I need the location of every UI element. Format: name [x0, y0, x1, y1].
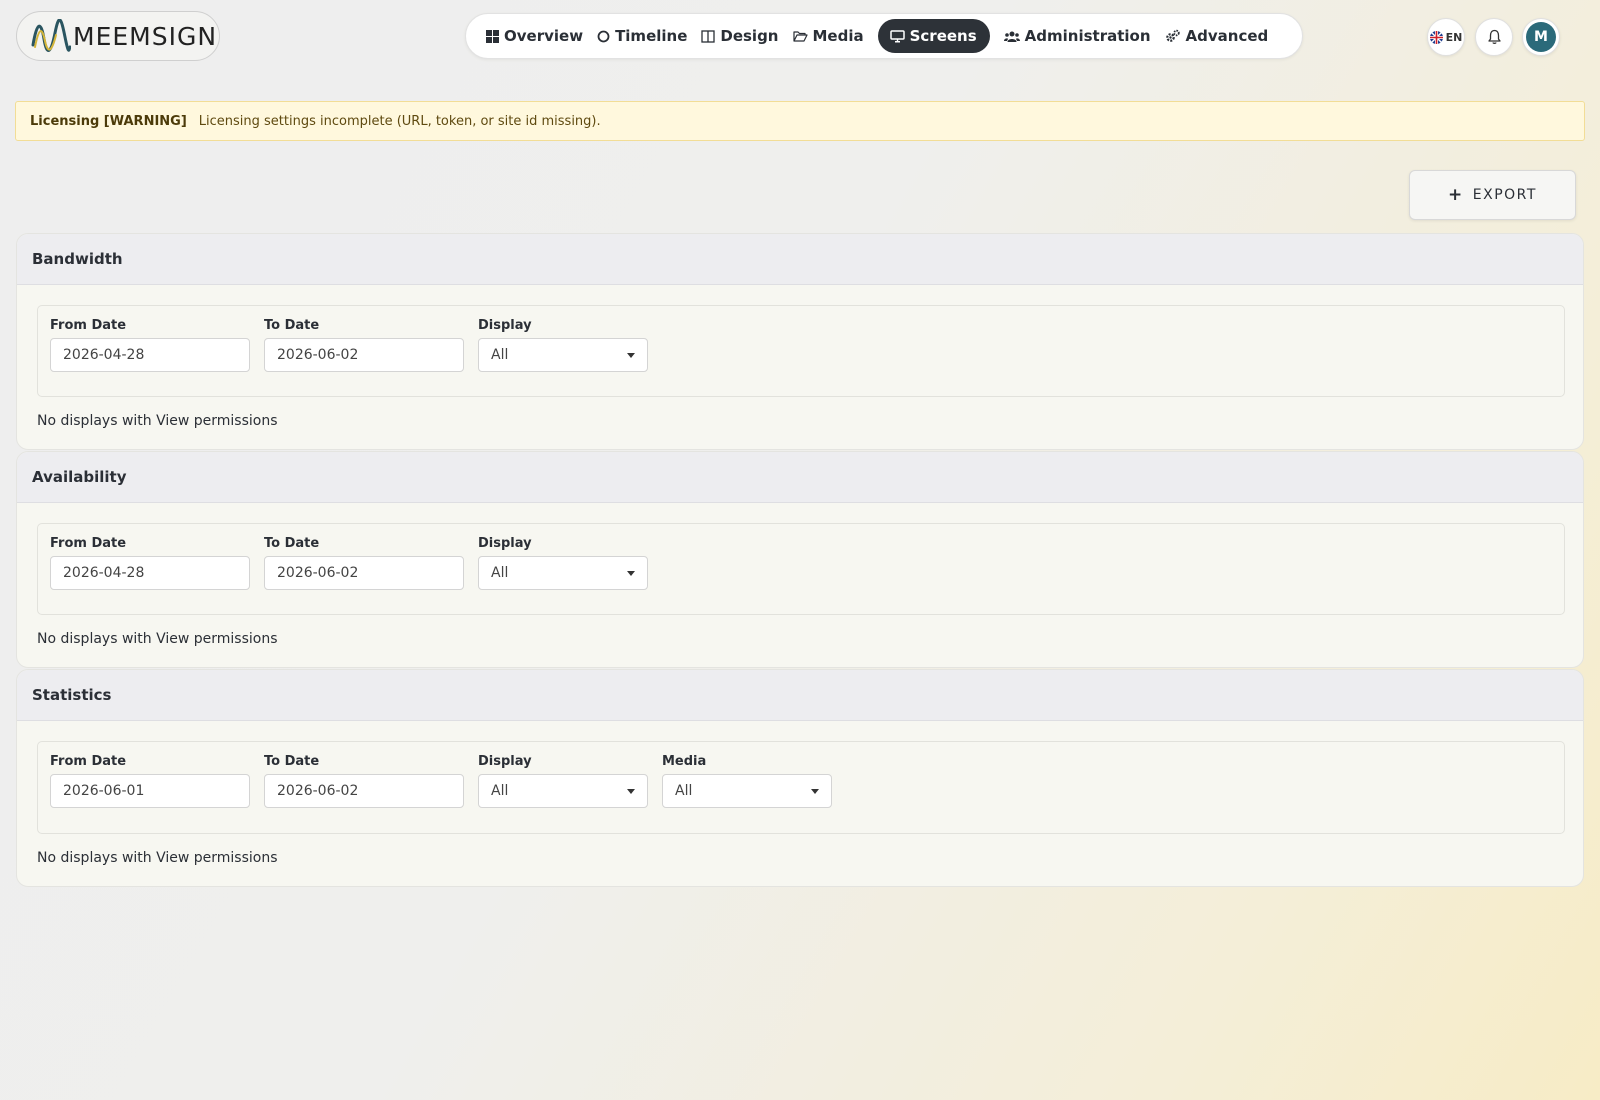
display-field: Display All: [478, 536, 648, 590]
export-button[interactable]: + EXPORT: [1409, 170, 1576, 220]
notifications-button[interactable]: [1475, 18, 1513, 56]
display-field: Display All: [478, 318, 648, 372]
users-icon: [1003, 31, 1020, 42]
caret-down-icon: [627, 352, 635, 358]
from-date-input[interactable]: 2026-04-28: [50, 338, 250, 372]
empty-message: No displays with View permissions: [37, 631, 278, 647]
caret-down-icon: [627, 570, 635, 576]
nav-screens-label: Screens: [909, 27, 977, 45]
to-date-input[interactable]: 2026-06-02: [264, 774, 464, 808]
plus-icon: +: [1448, 185, 1464, 205]
from-date-label: From Date: [50, 754, 127, 769]
nav-overview-label: Overview: [504, 27, 584, 45]
uk-flag-icon: [1429, 30, 1443, 44]
nav-media[interactable]: Media: [792, 19, 878, 53]
media-select[interactable]: All: [662, 774, 832, 808]
media-label: Media: [662, 754, 707, 769]
display-label: Display: [478, 754, 532, 769]
display-label: Display: [478, 318, 532, 333]
display-select[interactable]: All: [478, 774, 648, 808]
display-select-value: All: [491, 783, 509, 799]
display-field: Display All: [478, 754, 648, 808]
display-select-value: All: [491, 565, 509, 581]
to-date-input[interactable]: 2026-06-02: [264, 556, 464, 590]
avatar: M: [1526, 22, 1556, 52]
nav-administration[interactable]: Administration: [1003, 19, 1165, 53]
wave-logo-icon: [31, 19, 71, 52]
availability-title: Availability: [17, 452, 1583, 503]
availability-filters: From Date 2026-04-28 To Date 2026-06-02 …: [37, 523, 1565, 615]
display-select[interactable]: All: [478, 338, 648, 372]
nav-media-label: Media: [812, 27, 864, 45]
empty-message: No displays with View permissions: [37, 413, 278, 429]
nav-advanced[interactable]: Advanced: [1165, 19, 1283, 53]
folder-icon: [792, 30, 808, 42]
logo-text: MEEMSIGN: [73, 21, 218, 51]
main-nav: Overview Timeline Design Media Screens A…: [465, 13, 1303, 59]
columns-icon: [701, 29, 716, 43]
grid-icon: [486, 29, 499, 43]
nav-administration-label: Administration: [1024, 27, 1151, 45]
from-date-input[interactable]: 2026-06-01: [50, 774, 250, 808]
nav-advanced-label: Advanced: [1185, 27, 1269, 45]
empty-message: No displays with View permissions: [37, 850, 278, 866]
app-logo[interactable]: MEEMSIGN: [16, 11, 220, 61]
media-select-value: All: [675, 783, 693, 799]
bell-icon: [1487, 29, 1501, 44]
to-date-label: To Date: [264, 536, 320, 551]
nav-timeline[interactable]: Timeline: [597, 19, 701, 53]
display-select[interactable]: All: [478, 556, 648, 590]
caret-down-icon: [627, 788, 635, 794]
alert-title: Licensing [WARNING]: [30, 113, 187, 129]
caret-down-icon: [811, 788, 819, 794]
nav-screens[interactable]: Screens: [877, 19, 990, 53]
display-label: Display: [478, 536, 532, 551]
nav-design-label: Design: [720, 27, 779, 45]
nav-design[interactable]: Design: [701, 19, 792, 53]
from-date-field: From Date 2026-04-28: [50, 536, 250, 590]
from-date-label: From Date: [50, 318, 127, 333]
from-date-input[interactable]: 2026-04-28: [50, 556, 250, 590]
to-date-field: To Date 2026-06-02: [264, 754, 464, 808]
language-code: EN: [1445, 30, 1463, 44]
statistics-filters: From Date 2026-06-01 To Date 2026-06-02 …: [37, 741, 1565, 834]
gears-icon: [1165, 29, 1180, 42]
from-date-label: From Date: [50, 536, 127, 551]
bandwidth-filters: From Date 2026-04-28 To Date 2026-06-02 …: [37, 305, 1565, 397]
availability-card: Availability From Date 2026-04-28 To Dat…: [16, 451, 1584, 668]
bandwidth-card: Bandwidth From Date 2026-04-28 To Date 2…: [16, 233, 1584, 450]
to-date-label: To Date: [264, 318, 320, 333]
statistics-card: Statistics From Date 2026-06-01 To Date …: [16, 669, 1584, 887]
licensing-warning-alert: Licensing [WARNING] Licensing settings i…: [15, 101, 1585, 141]
nav-overview[interactable]: Overview: [486, 19, 597, 53]
export-label: EXPORT: [1472, 187, 1537, 203]
to-date-input[interactable]: 2026-06-02: [264, 338, 464, 372]
monitor-icon: [889, 29, 905, 42]
from-date-field: From Date 2026-04-28: [50, 318, 250, 372]
to-date-field: To Date 2026-06-02: [264, 318, 464, 372]
language-selector[interactable]: EN: [1427, 18, 1465, 56]
from-date-field: From Date 2026-06-01: [50, 754, 250, 808]
to-date-label: To Date: [264, 754, 320, 769]
display-select-value: All: [491, 347, 509, 363]
media-field: Media All: [662, 754, 832, 808]
user-menu-button[interactable]: M: [1522, 18, 1560, 56]
to-date-field: To Date 2026-06-02: [264, 536, 464, 590]
bandwidth-title: Bandwidth: [17, 234, 1583, 285]
statistics-title: Statistics: [17, 670, 1583, 721]
nav-timeline-label: Timeline: [615, 27, 688, 45]
alert-message: Licensing settings incomplete (URL, toke…: [198, 113, 601, 129]
circle-icon: [597, 30, 610, 42]
